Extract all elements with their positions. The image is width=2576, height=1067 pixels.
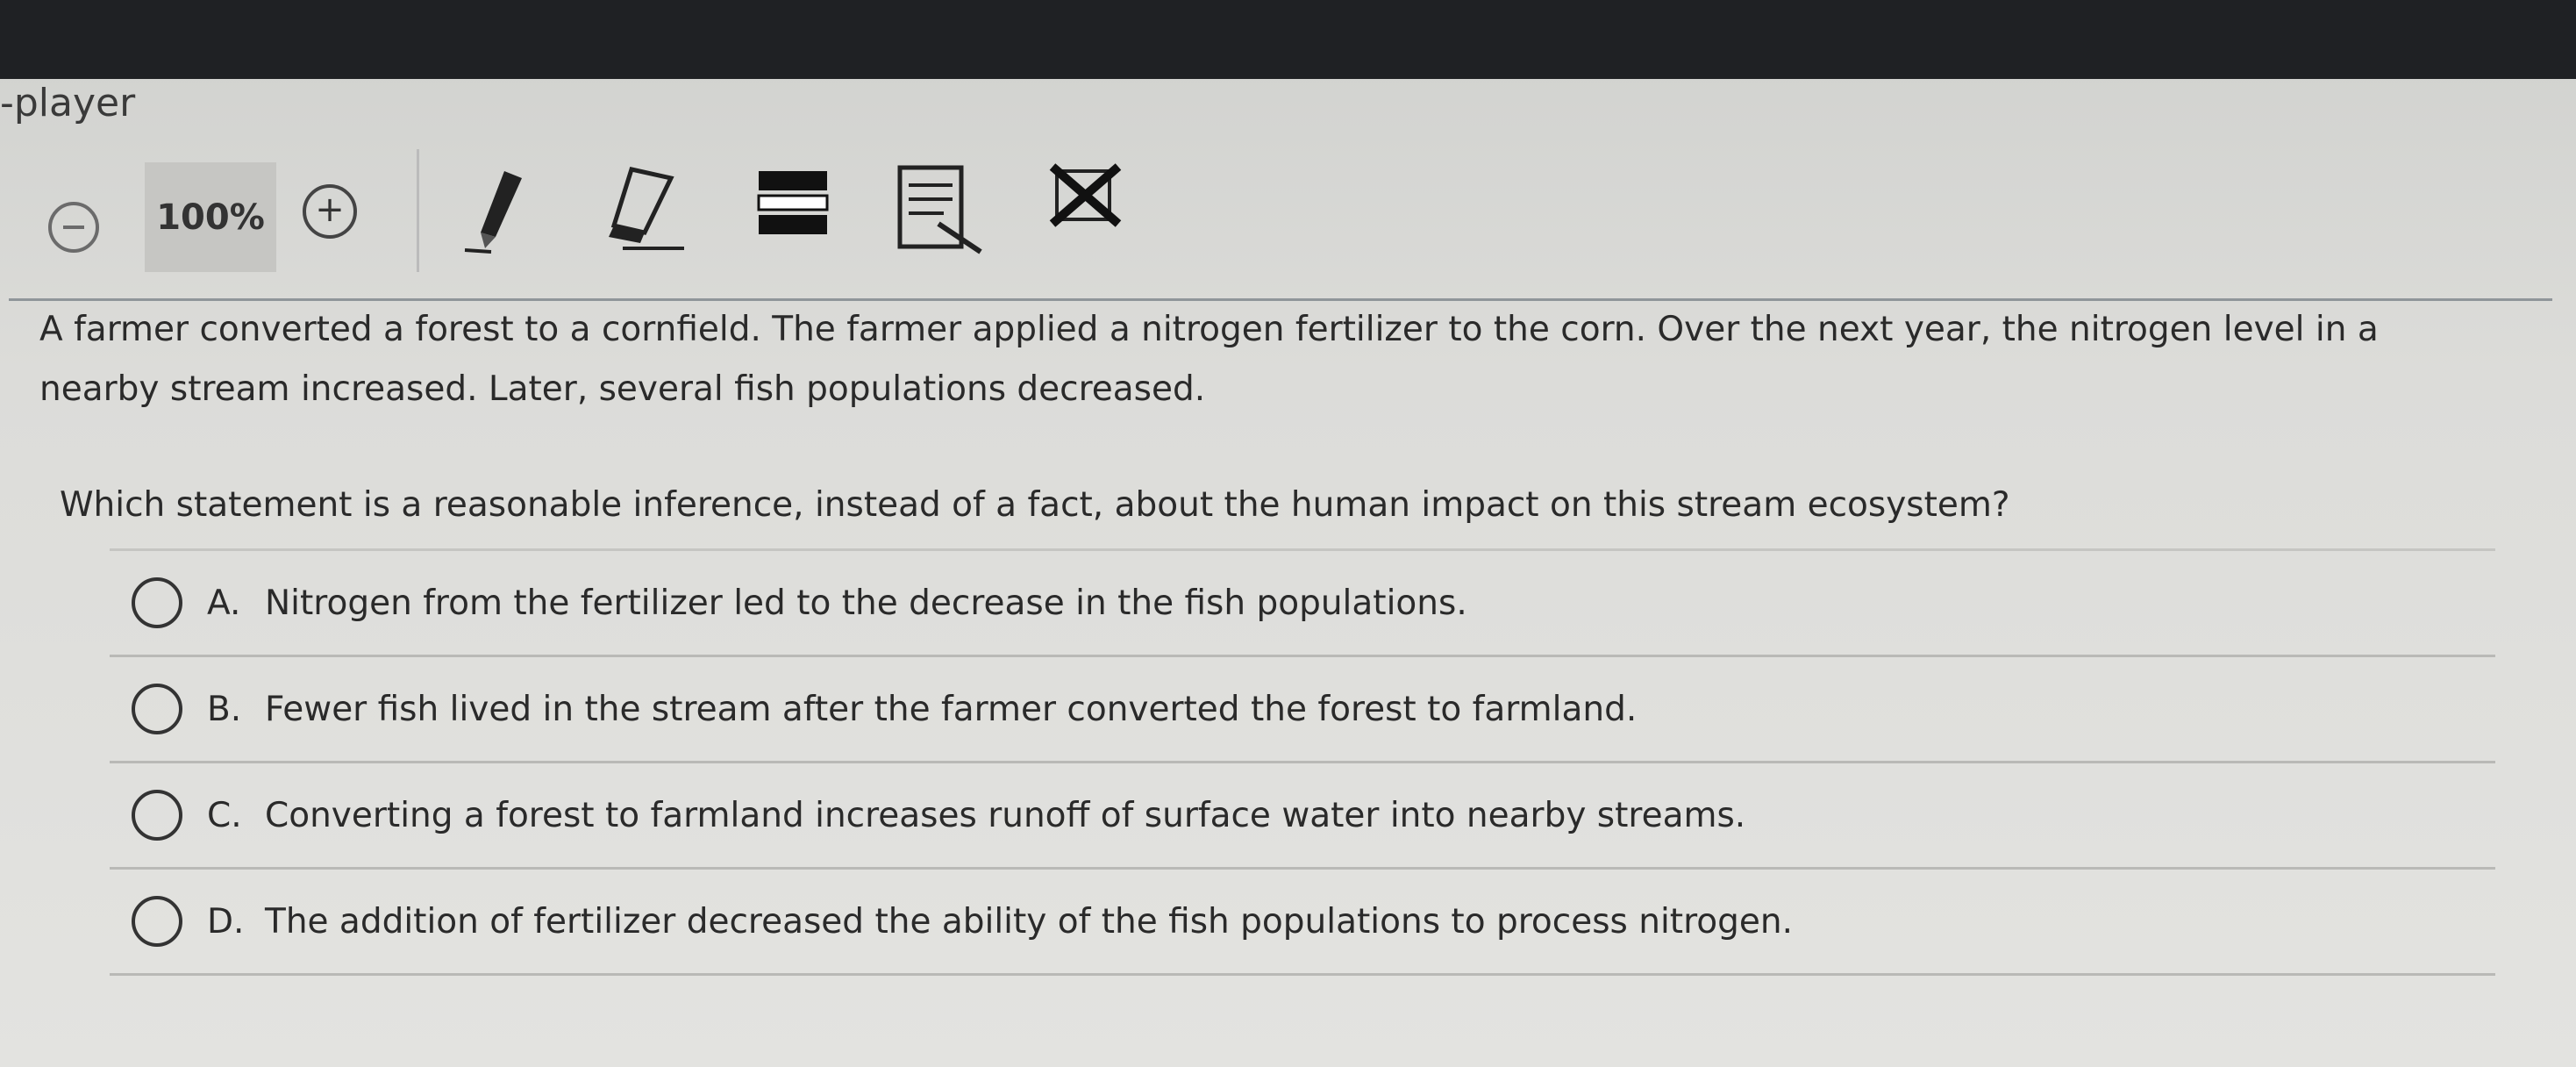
- answer-choice-a[interactable]: A. Nitrogen from the fertilizer led to t…: [110, 548, 2495, 657]
- line-reader-tool-button[interactable]: [754, 154, 833, 262]
- choice-text: Nitrogen from the fertilizer led to the …: [265, 583, 1467, 623]
- choice-text: Converting a forest to farmland increase…: [265, 795, 1746, 835]
- question-passage: A farmer converted a forest to a cornfie…: [39, 300, 2539, 419]
- answer-choice-b[interactable]: B. Fewer fish lived in the stream after …: [110, 657, 2495, 763]
- answer-eliminator-tool-button[interactable]: [1048, 154, 1127, 245]
- toolbar: 100% +: [0, 145, 2576, 301]
- passage-line: A farmer converted a forest to a cornfie…: [39, 310, 2379, 349]
- choice-letter: A.: [207, 583, 241, 623]
- choice-text: The addition of fertilizer decreased the…: [265, 901, 1793, 942]
- notepad-tool-button[interactable]: [895, 154, 991, 262]
- eraser-tool-button[interactable]: [596, 154, 693, 262]
- choice-letter: B.: [207, 689, 242, 729]
- answer-choice-c[interactable]: C. Converting a forest to farmland incre…: [110, 763, 2495, 870]
- answer-choices: A. Nitrogen from the fertilizer led to t…: [110, 548, 2495, 976]
- choice-letter: D.: [207, 901, 245, 942]
- app-title: -player: [0, 81, 136, 125]
- radio-button[interactable]: [132, 896, 182, 947]
- question-prompt: Which statement is a reasonable inferenc…: [60, 485, 2010, 525]
- window-top-bar: [0, 0, 2576, 79]
- answer-eliminator-icon: [1049, 163, 1122, 227]
- passage-line: nearby stream increased. Later, several …: [39, 369, 1206, 409]
- line-reader-icon: [757, 171, 829, 234]
- pencil-icon: [464, 171, 522, 254]
- answer-choice-d[interactable]: D. The addition of fertilizer decreased …: [110, 870, 2495, 976]
- pencil-tool-button[interactable]: [456, 154, 535, 262]
- choice-text: Fewer fish lived in the stream after the…: [265, 689, 1638, 729]
- zoom-level: 100%: [145, 162, 276, 272]
- radio-button[interactable]: [132, 790, 182, 841]
- choice-letter: C.: [207, 795, 242, 835]
- test-player-screen: -player 100% + A farmer converted a fore…: [0, 0, 2576, 1067]
- zoom-in-button[interactable]: +: [303, 184, 357, 239]
- radio-button[interactable]: [132, 577, 182, 628]
- zoom-out-button[interactable]: [48, 202, 99, 253]
- toolbar-separator: [417, 149, 419, 272]
- radio-button[interactable]: [132, 684, 182, 734]
- notepad-icon: [897, 165, 982, 254]
- eraser-icon: [609, 167, 684, 250]
